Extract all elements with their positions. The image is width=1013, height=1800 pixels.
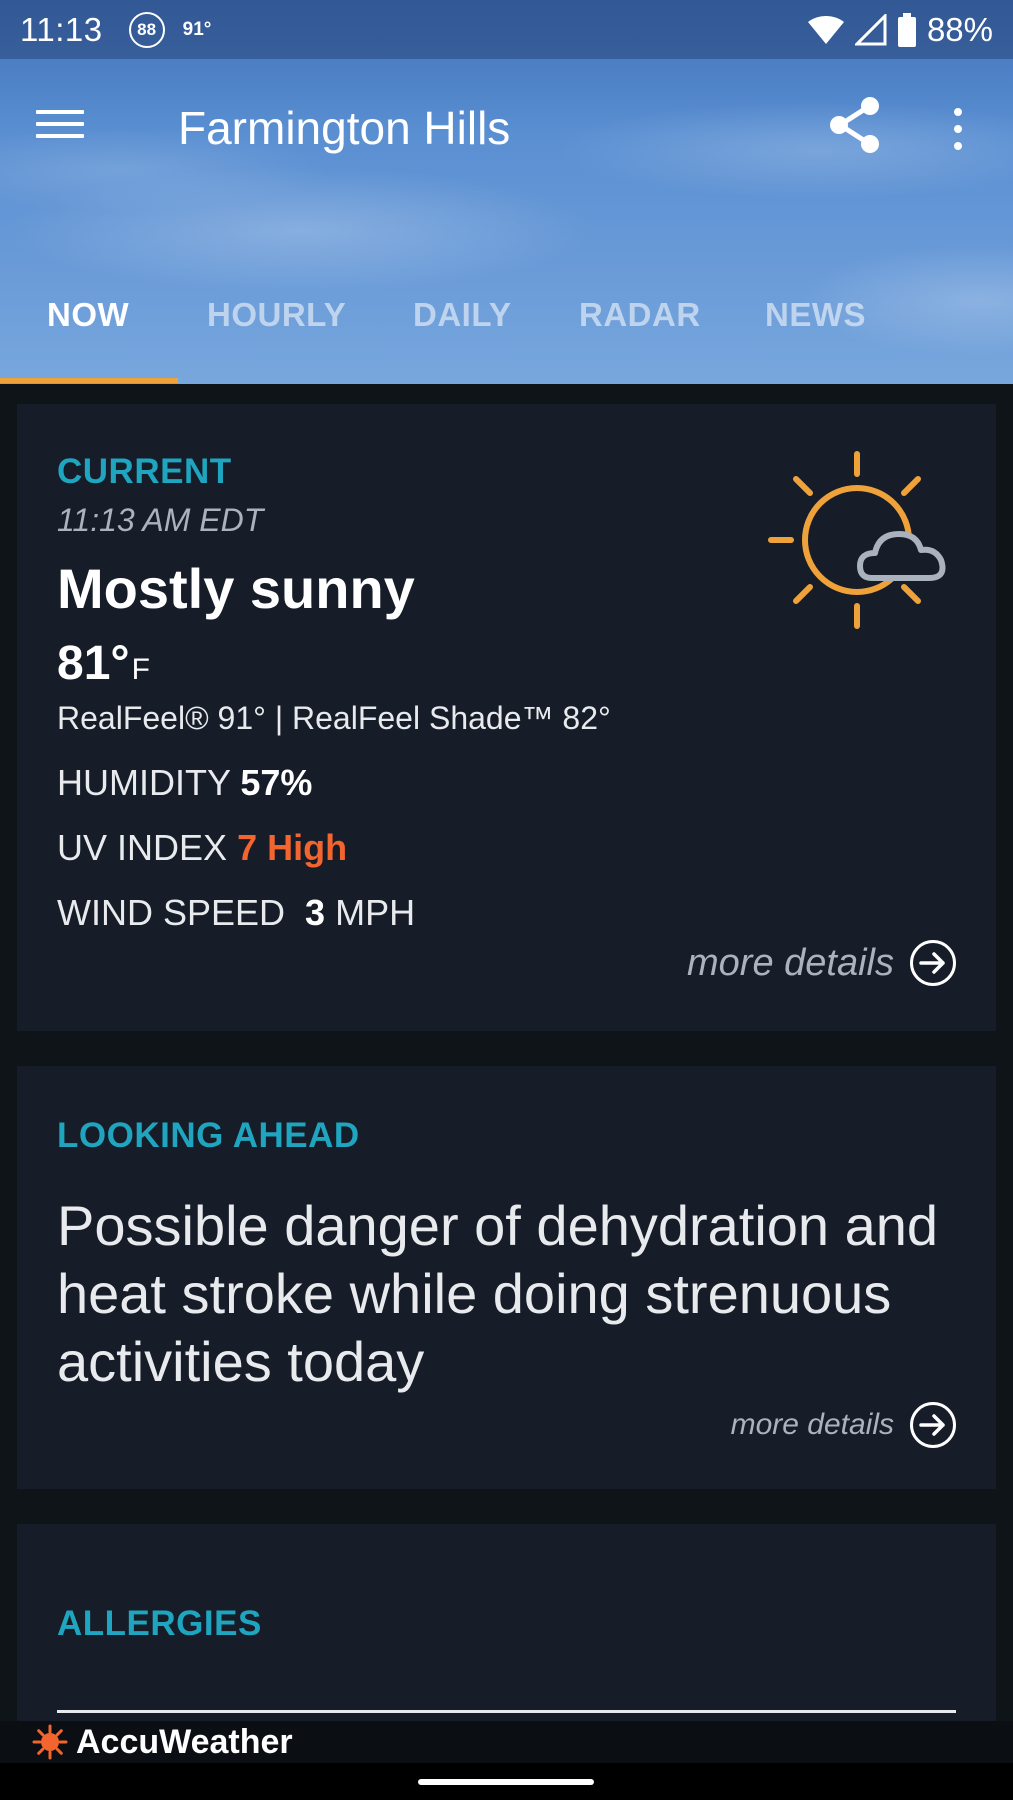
- tab-bar: NOW HOURLY DAILY RADAR NEWS: [0, 282, 1013, 384]
- home-gesture-handle[interactable]: [418, 1779, 594, 1785]
- status-temp: 91°: [182, 18, 212, 40]
- realfeel-text: RealFeel® 91° | RealFeel Shade™ 82°: [57, 700, 611, 736]
- tab-radar[interactable]: RADAR: [579, 296, 701, 334]
- temp-value: 81°: [57, 637, 130, 690]
- wind-label: WIND SPEED: [57, 892, 286, 933]
- tab-daily[interactable]: DAILY: [413, 296, 511, 334]
- tab-news[interactable]: NEWS: [765, 296, 866, 334]
- share-icon[interactable]: [826, 95, 886, 155]
- menu-icon[interactable]: [36, 99, 102, 149]
- signal-icon: [854, 13, 887, 45]
- humidity-row: HUMIDITY 57%: [57, 762, 312, 804]
- current-more-details-link[interactable]: more details: [687, 940, 956, 986]
- location-title[interactable]: Farmington Hills: [178, 101, 510, 155]
- battery-percent: 88%: [926, 10, 993, 48]
- brand-bar: AccuWeather: [0, 1721, 1013, 1763]
- allergies-card[interactable]: ALLERGIES: [17, 1524, 996, 1724]
- status-bar: 11:13 88 91° 88%: [0, 0, 1013, 59]
- tab-now[interactable]: NOW: [47, 296, 129, 334]
- looking-ahead-section-label: LOOKING AHEAD: [57, 1116, 360, 1155]
- condition-text: Mostly sunny: [57, 557, 415, 620]
- mostly-sunny-icon: [768, 451, 946, 629]
- more-details-label: more details: [730, 1408, 894, 1441]
- temp-unit: F: [131, 653, 150, 686]
- current-section-label: CURRENT: [57, 452, 232, 491]
- more-details-label: more details: [687, 941, 894, 984]
- notification-badge-icon: 88: [128, 11, 165, 48]
- looking-ahead-more-details-link[interactable]: more details: [731, 1402, 956, 1448]
- status-time: 11:13: [20, 10, 103, 48]
- wifi-icon: [807, 15, 844, 44]
- allergies-section-label: ALLERGIES: [57, 1604, 262, 1643]
- wind-value: 3: [305, 892, 326, 933]
- accuweather-sun-logo-icon: [32, 1724, 68, 1760]
- allergies-divider: [57, 1710, 956, 1713]
- current-temperature: 81°F: [57, 636, 150, 691]
- wind-speed-row: WIND SPEED 3 MPH: [57, 892, 415, 934]
- current-conditions-card[interactable]: CURRENT 11:13 AM EDT Mostly sunny 81°F R…: [17, 404, 996, 1031]
- uv-label: UV INDEX: [57, 827, 228, 868]
- battery-icon: [897, 12, 916, 47]
- looking-ahead-text: Possible danger of dehydration and heat …: [57, 1194, 939, 1393]
- arrow-right-icon: [910, 940, 956, 986]
- humidity-label: HUMIDITY: [57, 762, 231, 803]
- uv-index-row: UV INDEX 7 High: [57, 827, 347, 869]
- humidity-value: 57%: [240, 762, 313, 803]
- system-nav-bar: [0, 1763, 1013, 1800]
- app-bar: Farmington Hills: [0, 59, 1013, 199]
- observation-time: 11:13 AM EDT: [57, 502, 264, 538]
- tab-hourly[interactable]: HOURLY: [207, 296, 346, 334]
- looking-ahead-card[interactable]: LOOKING AHEAD Possible danger of dehydra…: [17, 1066, 996, 1489]
- wind-unit: MPH: [335, 892, 416, 933]
- overflow-menu-icon[interactable]: [938, 99, 978, 159]
- active-tab-indicator: [0, 378, 178, 383]
- arrow-right-icon: [910, 1402, 956, 1448]
- brand-name: AccuWeather: [76, 1722, 293, 1761]
- uv-value: 7 High: [237, 827, 348, 868]
